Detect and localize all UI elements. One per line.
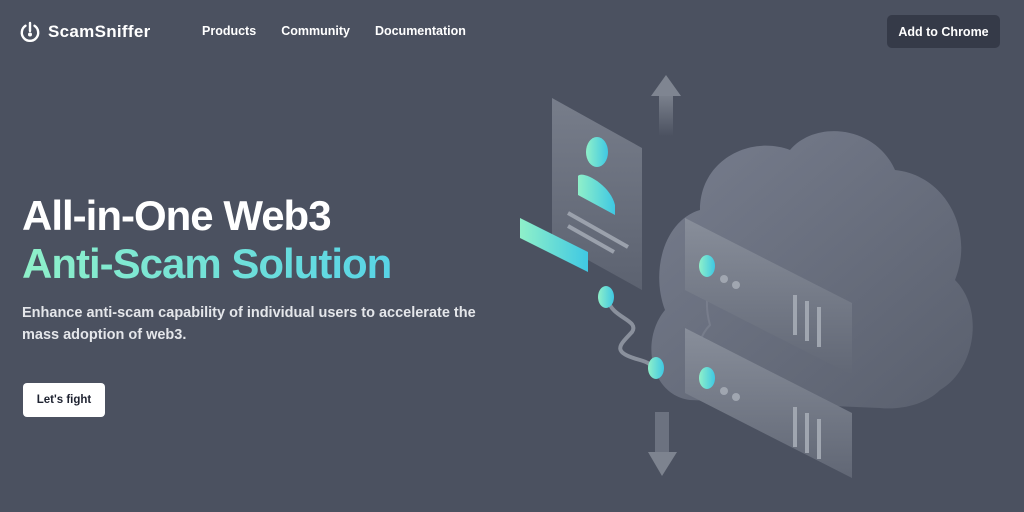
power-icon [20, 21, 40, 43]
top-nav: ScamSniffer Products Community Documenta… [0, 0, 1024, 64]
brand-logo[interactable]: ScamSniffer [18, 20, 151, 44]
hero-title-line2: Anti-Scam Solution [22, 240, 392, 287]
arrow-down-icon [648, 412, 677, 476]
profile-card-icon [552, 98, 642, 290]
lets-fight-button[interactable]: Let's fight [23, 383, 105, 417]
add-to-chrome-button[interactable]: Add to Chrome [887, 15, 1000, 48]
main-menu: Products Community Documentation [202, 24, 466, 38]
hero-title-line1: All-in-One Web3 [22, 192, 332, 239]
arrow-up-icon [651, 75, 681, 136]
hero-subtitle: Enhance anti-scam capability of individu… [22, 305, 476, 343]
nav-documentation[interactable]: Documentation [375, 24, 466, 38]
hero-title: All-in-One Web3 Anti-Scam Solution [22, 192, 392, 288]
nav-products[interactable]: Products [202, 24, 256, 38]
brand-name: ScamSniffer [48, 22, 151, 41]
nav-community[interactable]: Community [281, 24, 350, 38]
security-illustration [520, 75, 973, 478]
